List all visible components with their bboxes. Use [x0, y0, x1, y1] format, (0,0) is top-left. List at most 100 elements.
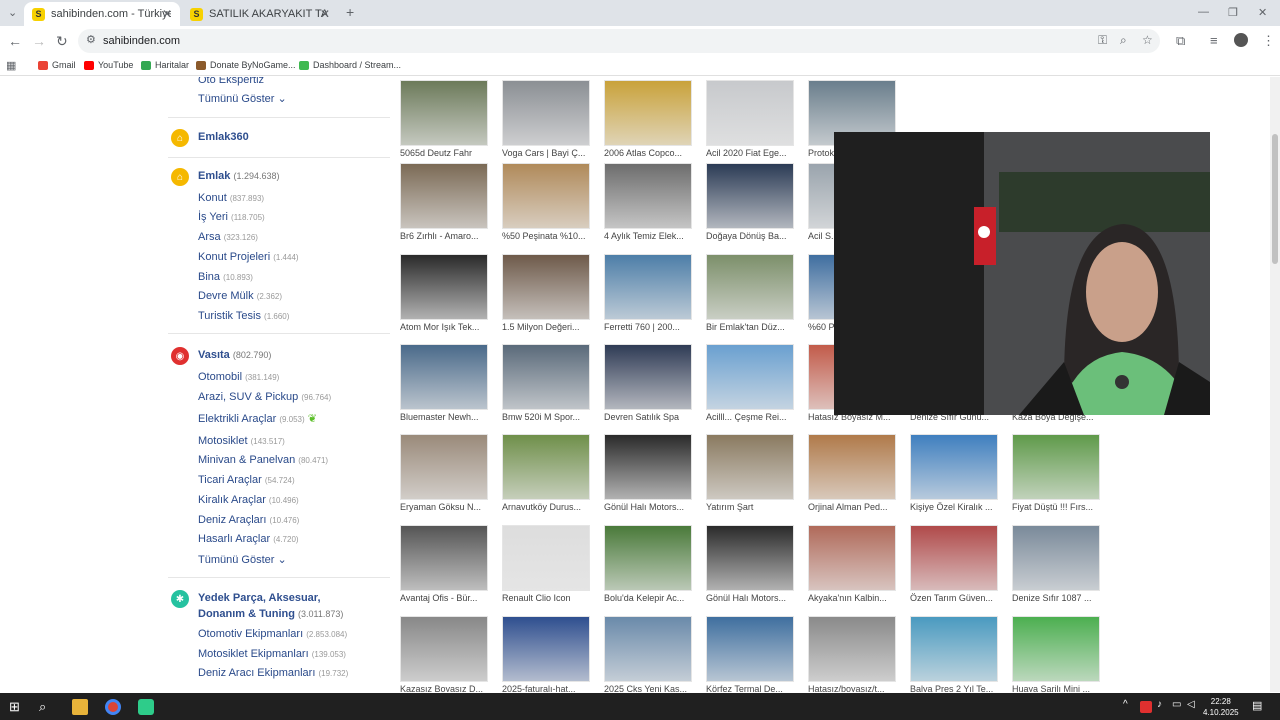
listing-card[interactable]: Br6 Zırhlı - Amaro... [400, 163, 496, 243]
sidebar-item-ticari[interactable]: Ticari Araçlar (54.724) [198, 474, 295, 486]
sidebar-item-otomobil[interactable]: Otomobil (381.149) [198, 371, 279, 383]
listing-thumbnail[interactable] [706, 616, 794, 682]
listing-thumbnail[interactable] [400, 254, 488, 320]
listing-title[interactable]: Huaya Şarjlı Mini ... [1012, 684, 1106, 692]
listing-title[interactable]: 2025-faturalı-hat... [502, 684, 596, 692]
listing-thumbnail[interactable] [502, 163, 590, 229]
listing-thumbnail[interactable] [502, 434, 590, 500]
listing-title[interactable]: Fiyat Düştü !!! Fırs... [1012, 502, 1106, 512]
show-all-link[interactable]: Tümünü Göster ⌄ [198, 553, 287, 566]
listing-thumbnail[interactable] [604, 616, 692, 682]
scrollbar-thumb[interactable] [1272, 134, 1278, 264]
listing-card[interactable]: %50 Peşinata %10... [502, 163, 598, 243]
listing-card[interactable]: 5065d Deutz Fahr [400, 80, 496, 160]
category-emlak[interactable]: Emlak (1.294.638) [198, 170, 280, 182]
listing-card[interactable]: Gönül Halı Motors... [706, 525, 802, 605]
sidebar-item-is-yeri[interactable]: İş Yeri (118.705) [198, 211, 265, 223]
minimize-icon[interactable]: — [1198, 6, 1209, 18]
listing-title[interactable]: Denize Sıfır 1087 ... [1012, 593, 1106, 603]
listing-title[interactable]: Atom Mor Işık Tek... [400, 322, 494, 332]
sidebar-item-minivan[interactable]: Minivan & Panelvan (80.471) [198, 454, 328, 466]
bookmark-youtube[interactable]: YouTube [84, 60, 133, 70]
sidebar-item-turistik-tesis[interactable]: Turistik Tesis (1.660) [198, 310, 289, 322]
listing-thumbnail[interactable] [604, 80, 692, 146]
listing-title[interactable]: Kazasız Boyasız D... [400, 684, 494, 692]
listing-card[interactable]: Renault Clio Icon [502, 525, 598, 605]
bookmark-donate[interactable]: Donate ByNoGame... [196, 60, 296, 70]
listing-title[interactable]: Akyaka'nın Kalbin... [808, 593, 902, 603]
search-icon[interactable]: ⌕ [39, 699, 55, 715]
listing-card[interactable]: 2025-faturalı-hat... [502, 616, 598, 692]
zoom-icon[interactable]: ⌕ [1120, 33, 1127, 48]
listing-thumbnail[interactable] [1012, 525, 1100, 591]
listing-thumbnail[interactable] [808, 616, 896, 682]
listing-thumbnail[interactable] [706, 434, 794, 500]
bookmark-gmail[interactable]: Gmail [38, 60, 76, 70]
sidebar-item-devre-mulk[interactable]: Devre Mülk (2.362) [198, 290, 282, 302]
listing-thumbnail[interactable] [706, 254, 794, 320]
sidebar-item-kiralik[interactable]: Kiralık Araçlar (10.496) [198, 494, 299, 506]
listing-thumbnail[interactable] [502, 525, 590, 591]
close-icon[interactable]: ✕ [162, 7, 172, 21]
network-icon[interactable]: ▭ [1172, 699, 1188, 715]
listing-thumbnail[interactable] [400, 80, 488, 146]
listing-card[interactable]: Orjinal Alman Ped... [808, 434, 904, 514]
close-window-icon[interactable]: ✕ [1258, 6, 1267, 19]
show-all-link[interactable]: Tümünü Göster ⌄ [198, 92, 287, 105]
listing-card[interactable]: Özen Tarım Güven... [910, 525, 1006, 605]
listing-thumbnail[interactable] [400, 616, 488, 682]
listing-card[interactable]: Körfez Termal De... [706, 616, 802, 692]
listing-card[interactable]: Balya Pres 2 Yıl Te... [910, 616, 1006, 692]
back-icon[interactable]: ← [8, 33, 22, 49]
profile-avatar[interactable] [1234, 33, 1248, 47]
listing-card[interactable]: Hatasız/boyasız/t... [808, 616, 904, 692]
listing-thumbnail[interactable] [1012, 434, 1100, 500]
listing-title[interactable]: Acil 2020 Fiat Ege... [706, 148, 800, 158]
sidebar-item-konut[interactable]: Konut (837.893) [198, 192, 264, 204]
category-vasita[interactable]: Vasıta (802.790) [198, 349, 271, 361]
listing-title[interactable]: Yatırım Şart [706, 502, 800, 512]
listing-title[interactable]: 5065d Deutz Fahr [400, 148, 494, 158]
listing-title[interactable]: Devren Satılık Spa [604, 412, 698, 422]
listing-title[interactable]: Bir Emlak'tan Düz... [706, 322, 800, 332]
category-emlak360[interactable]: Emlak360 [198, 131, 249, 143]
listing-thumbnail[interactable] [1012, 616, 1100, 682]
chrome-icon[interactable] [105, 699, 121, 715]
sidebar-item-deniz-araci-ekipman[interactable]: Deniz Aracı Ekipmanları (19.732) [198, 667, 348, 679]
forward-icon[interactable]: → [32, 33, 46, 49]
listing-title[interactable]: Voga Cars | Bayi Ç... [502, 148, 596, 158]
category-yedek-parca[interactable]: Yedek Parça, Aksesuar, [198, 592, 321, 604]
tab-sahibinden[interactable]: S sahibinden.com - Türkiye'nin O... ✕ [24, 2, 180, 26]
listing-thumbnail[interactable] [706, 80, 794, 146]
listing-card[interactable]: Bir Emlak'tan Düz... [706, 254, 802, 334]
listing-title[interactable]: 2025 Cks Yeni Kas... [604, 684, 698, 692]
site-info-icon[interactable]: ⚙ [86, 33, 96, 46]
tray-chevron-icon[interactable]: ^ [1123, 699, 1139, 715]
listing-title[interactable]: Bluemaster Newh... [400, 412, 494, 422]
listing-title[interactable]: Avantaj Ofis - Bür... [400, 593, 494, 603]
sidebar-item-bina[interactable]: Bina (10.893) [198, 271, 253, 283]
address-bar[interactable]: ⚙ sahibinden.com ⚿ ⌕ ☆ [78, 29, 1160, 53]
listing-card[interactable]: Bolu'da Kelepir Ac... [604, 525, 700, 605]
listing-thumbnail[interactable] [706, 344, 794, 410]
listing-card[interactable]: Eryaman Göksu N... [400, 434, 496, 514]
listing-card[interactable]: Devren Satılık Spa [604, 344, 700, 424]
listing-title[interactable]: Ferretti 760 | 200... [604, 322, 698, 332]
page-scrollbar[interactable] [1270, 77, 1280, 692]
volume-icon[interactable]: ◁ [1187, 699, 1203, 715]
listing-title[interactable]: 2006 Atlas Copco... [604, 148, 698, 158]
listing-thumbnail[interactable] [604, 163, 692, 229]
listing-card[interactable]: 4 Aylık Temiz Elek... [604, 163, 700, 243]
sidebar-item-deniz[interactable]: Deniz Araçları (10.476) [198, 514, 299, 526]
listing-title[interactable]: Arnavutköy Durus... [502, 502, 596, 512]
listing-card[interactable]: 2006 Atlas Copco... [604, 80, 700, 160]
listing-title[interactable]: Gönül Halı Motors... [706, 593, 800, 603]
media-control-icon[interactable]: ≡ [1210, 33, 1218, 48]
new-tab-icon[interactable]: + [346, 4, 354, 20]
listing-card[interactable]: Yatırım Şart [706, 434, 802, 514]
extensions-icon[interactable]: ⧉ [1176, 33, 1185, 49]
system-clock[interactable]: 22:28 4.10.2025 [1203, 696, 1239, 718]
listing-title[interactable]: Körfez Termal De... [706, 684, 800, 692]
listing-card[interactable]: Kazasız Boyasız D... [400, 616, 496, 692]
listing-thumbnail[interactable] [502, 80, 590, 146]
